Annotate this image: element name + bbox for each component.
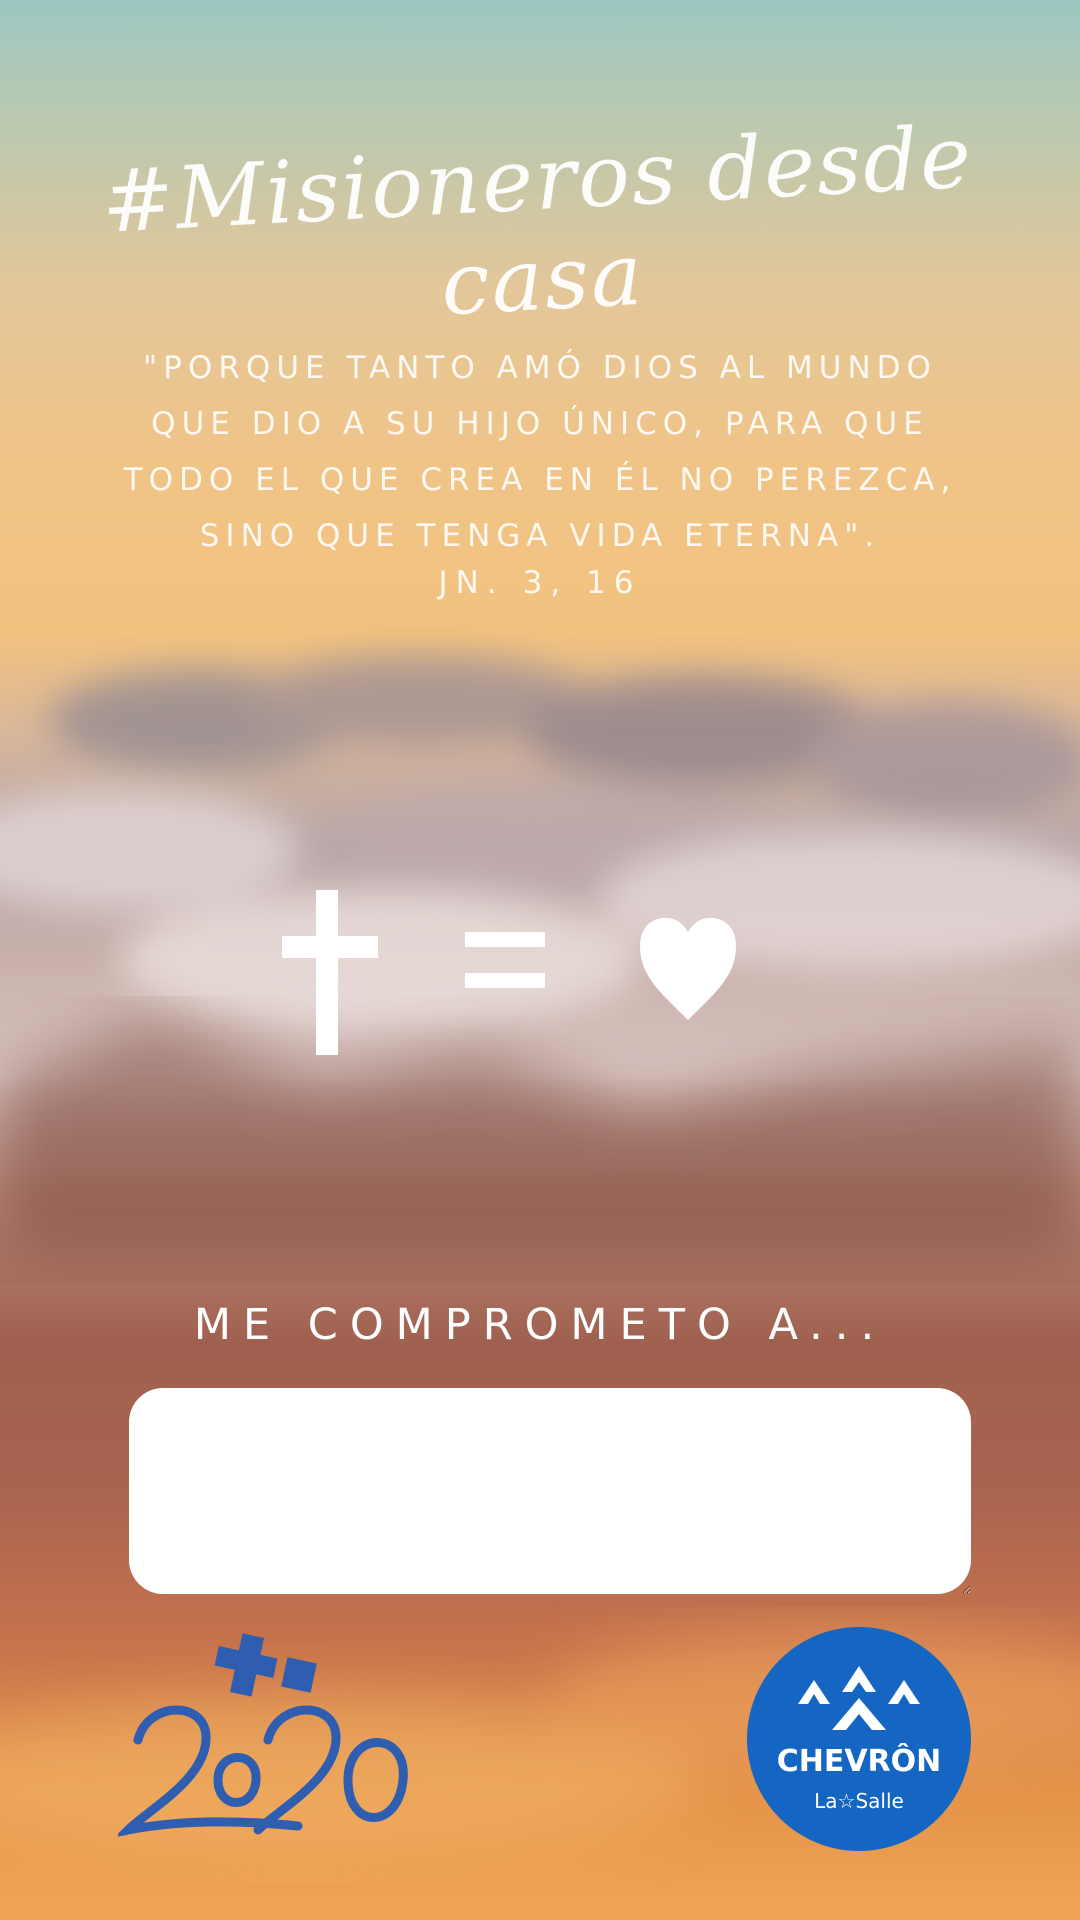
heart-icon [640, 917, 736, 1020]
svg-text:La☆Salle: La☆Salle [814, 1789, 904, 1813]
2020-logo [118, 1633, 408, 1837]
svg-text:CHEVRÔN: CHEVRÔN [777, 1742, 942, 1779]
cross-equals-heart [282, 890, 736, 1055]
equals-icon [465, 932, 545, 988]
chevron-la-salle-logo: CHEVRÔN La☆Salle [747, 1627, 971, 1851]
story-card: #Misioneros desde casa "PORQUE TANTO AMÓ… [0, 0, 1080, 1920]
verse-line: QUE DIO A SU HIJO ÚNICO, PARA QUE [151, 406, 929, 442]
bible-verse: "PORQUE TANTO AMÓ DIOS AL MUNDO QUE DIO … [120, 340, 960, 564]
commitment-label: ME COMPROMETO A... [193, 1300, 887, 1350]
verse-line: "PORQUE TANTO AMÓ DIOS AL MUNDO [143, 350, 937, 386]
verse-reference: JN. 3, 16 [438, 565, 642, 601]
commitment-input[interactable] [129, 1388, 971, 1594]
cross-icon [282, 890, 378, 1055]
verse-line: TODO EL QUE CREA EN ÉL NO PEREZCA, [123, 462, 957, 498]
verse-line: SINO QUE TENGA VIDA ETERNA". [199, 518, 881, 554]
